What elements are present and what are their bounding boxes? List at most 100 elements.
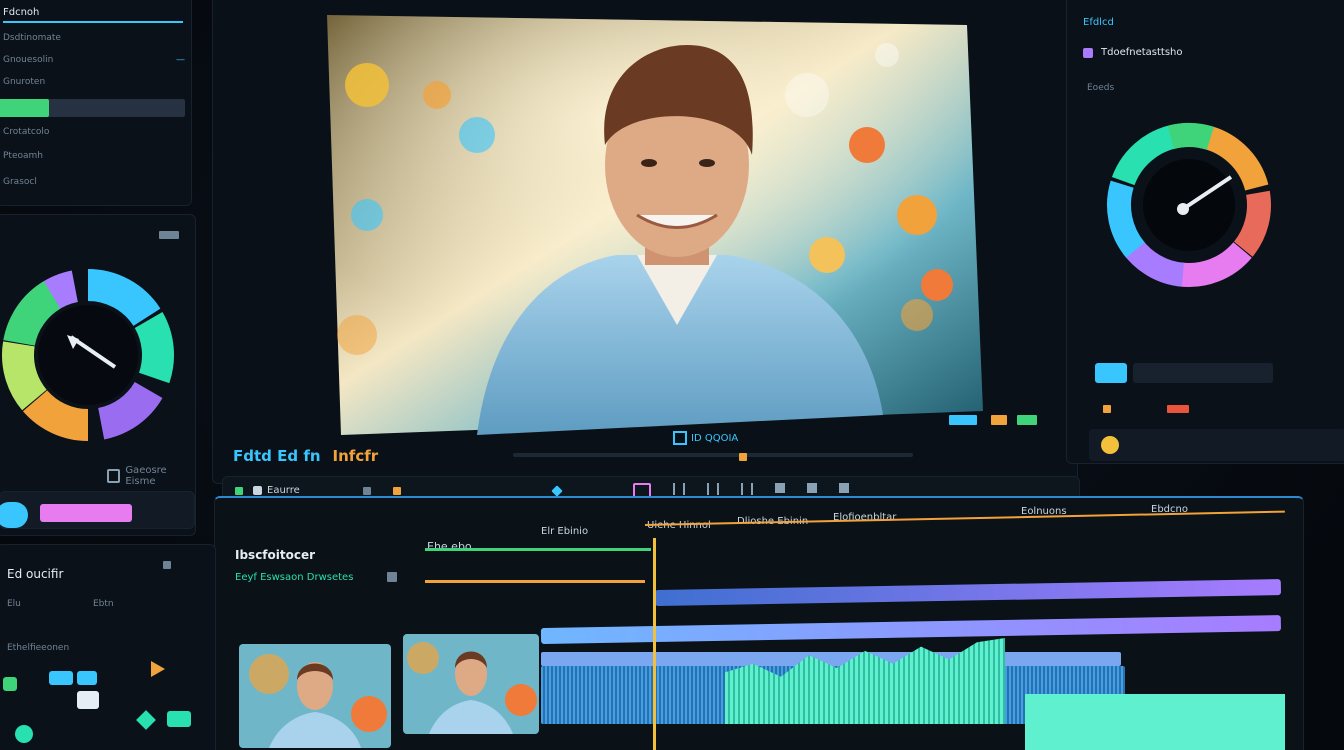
prop-row[interactable]: Gnuroten [0,73,191,91]
clip-thumbnail-1[interactable] [239,644,391,748]
left-bottom-sub2: Ebtn [93,599,114,609]
progress-track[interactable] [0,99,185,117]
viewer-info-text: ID QQOIA [691,432,739,444]
prop-label: Dsdtinomate [3,33,61,43]
next-frame-button[interactable] [741,483,753,495]
lock-icon[interactable] [387,572,397,582]
playhead[interactable] [653,538,656,750]
cyan-chip-1[interactable] [49,671,73,685]
wheel-label-text: Gaeosre Eisme [125,465,167,487]
orange-swatch[interactable] [1103,405,1111,413]
play-button[interactable] [707,483,719,495]
fit-icon[interactable] [673,431,687,445]
right-title: Tdoefnetasttsho [1101,47,1183,58]
mark-out-icon[interactable] [393,487,401,495]
right-subtitle-text: Eoeds [1087,83,1115,93]
prop-row[interactable]: Dsdtinomate [0,29,191,47]
orange-play-icon[interactable] [151,661,165,677]
orange-range-bar[interactable] [425,580,645,583]
right-subtitle: Eoeds [1087,83,1114,93]
cyan-chip-2[interactable] [77,671,97,685]
media-title: Ibscfoitocer [235,548,316,562]
prop-label: Gnouesolin [3,55,54,65]
orange-marker-icon[interactable] [991,415,1007,425]
monitor-icon[interactable] [235,487,243,495]
prop-label: Crotatcolo [3,127,50,137]
record-icon[interactable] [253,486,262,495]
square-icon [107,469,121,483]
viewer-panel: ID QQOIA Fdtd Ed fn Infcfr [212,0,1078,484]
diamond-icon[interactable] [551,485,563,497]
white-chip[interactable] [77,691,99,709]
prev-frame-button[interactable] [673,483,685,495]
right-header-text: Efdlcd [1083,17,1114,28]
mark-in-icon[interactable] [363,487,371,495]
scrubber-track[interactable] [513,453,913,457]
left-bottom-sub3-text: Ethelfieeonen [7,643,70,653]
media-subtitle: Eeyf Eswsaon Drwsetes [235,572,354,583]
header-underline [3,21,183,23]
audio-waveform-teal-2 [1025,694,1285,750]
left-bottom-title: Ed oucifir [7,567,64,581]
right-slider-track[interactable] [1133,363,1273,383]
red-swatch[interactable] [1167,405,1189,413]
wheel-controls [0,491,195,529]
right-color-wheel[interactable] [1101,105,1277,315]
purple-dot-icon [1083,47,1093,58]
prop-row[interactable]: Crotatcolo [0,123,191,141]
green-range-bar[interactable] [425,548,651,551]
right-scopes-panel: Efdlcd Tdoefnetasttsho Eoeds [1066,0,1344,464]
prop-row[interactable]: Grasocl [0,173,191,191]
settings-icon[interactable] [159,231,179,239]
left-bottom-sub2-text: Ebtn [93,599,114,609]
panel-header: Fdcnoh [0,3,191,21]
green-chip[interactable] [3,677,17,691]
timecode-display: Fdtd Ed fn [233,447,321,465]
right-title-row: Tdoefnetasttsho [1083,47,1183,58]
left-bottom-sub1: Elu [7,599,21,609]
right-bottom-bar [1089,429,1344,461]
panel-title: Fdcnoh [3,6,40,18]
green-diamond-icon[interactable] [136,710,156,730]
cyan-toggle[interactable] [0,502,28,528]
pink-slider[interactable] [40,504,132,522]
controls-label: Eaurre [267,485,300,496]
timecode-row: Fdtd Ed fn Infcfr [233,447,378,465]
color-wheel[interactable] [0,255,183,455]
audio-button[interactable] [807,483,817,493]
prop-label: Pteoamh [3,151,43,161]
teal-chip-2[interactable] [15,725,33,743]
wheel-label: Gaeosre Eisme [107,465,195,487]
grid-icon[interactable] [949,415,977,425]
track-lane-label-row [541,652,1121,666]
clip-thumbnail-2[interactable] [403,634,539,734]
in-point-icon[interactable] [739,453,747,461]
prop-label: Gnuroten [3,77,46,87]
ruler-mark: Elr Ebinio [541,526,589,537]
prop-row[interactable]: Gnouesolin — [0,51,191,69]
prop-row[interactable]: Pteoamh [0,147,191,165]
fullscreen-button[interactable] [839,483,849,493]
left-bottom-settings-icon[interactable] [163,561,171,569]
green-marker-icon[interactable] [1017,415,1037,425]
yellow-knob[interactable] [1101,436,1119,454]
timeline-panel: Ehe ebo Elr Ebinio Uiehe Hinnol Dlioshe … [214,496,1304,750]
left-properties-panel: Fdcnoh Dsdtinomate Gnouesolin — Gnuroten … [0,0,192,206]
loop-button[interactable] [775,483,785,493]
left-color-panel: Gaeosre Eisme [0,214,196,536]
left-bottom-sub1-text: Elu [7,599,21,609]
timeline-ruler[interactable]: Ehe ebo Elr Ebinio Uiehe Hinnol Dlioshe … [421,504,1301,553]
left-bottom-panel: Ed oucifir Elu Ebtn Ethelfieeonen [0,544,216,750]
controls-label-wrap: Eaurre [253,485,300,496]
right-header: Efdlcd [1083,17,1114,28]
right-cyan-slider[interactable] [1095,363,1127,383]
prop-label: Grasocl [3,177,37,187]
teal-chip[interactable] [167,711,191,727]
left-bottom-sub3: Ethelfieeonen [7,643,69,653]
video-frame[interactable] [327,15,983,447]
audio-waveform-teal [725,638,1005,724]
track-label: Ehe ebo [427,540,472,553]
track-lane-purple[interactable] [654,579,1282,606]
timecode-highlight: Infcfr [332,447,379,465]
track-lane-blue[interactable] [540,615,1282,644]
